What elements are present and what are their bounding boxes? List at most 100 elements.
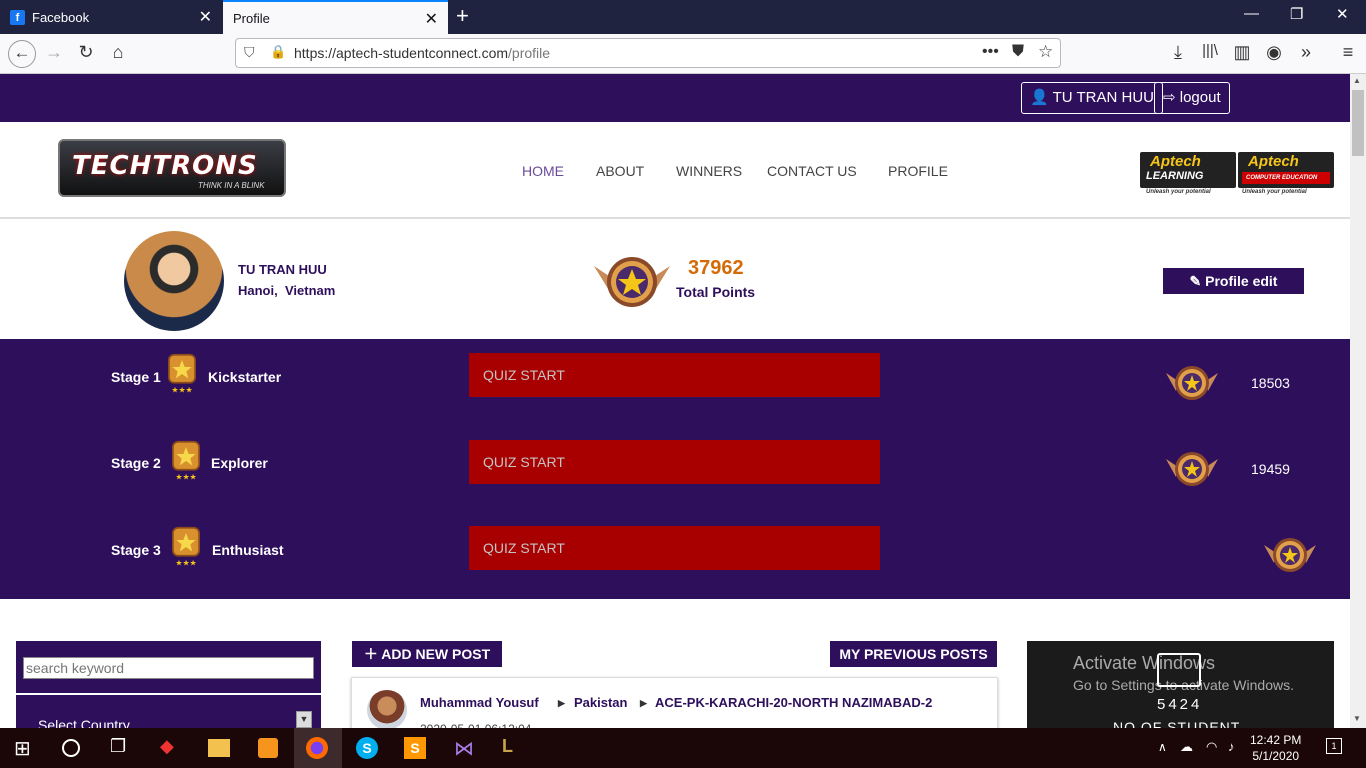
shield-icon[interactable]: ⛉ [244, 44, 255, 61]
lock-warning-icon[interactable]: 🔒 [270, 44, 286, 60]
svg-text:★★★: ★★★ [175, 472, 196, 481]
overflow-icon[interactable]: » [1294, 42, 1318, 63]
xampp-icon[interactable] [258, 738, 278, 758]
tab-facebook[interactable]: f Facebook ✕ [0, 0, 222, 34]
tab-profile[interactable]: Profile ✕ [223, 0, 448, 34]
svg-text:★★★: ★★★ [171, 385, 192, 394]
menu-icon[interactable]: ≡ [1336, 42, 1360, 63]
file-explorer-icon[interactable] [208, 739, 230, 757]
close-tab-icon[interactable]: ✕ [425, 9, 438, 29]
quiz-start-button[interactable]: QUIZ START [469, 353, 880, 397]
previous-posts-button[interactable]: MY PREVIOUS POSTS [830, 641, 997, 667]
pocket-icon[interactable]: ⛊ [1012, 43, 1024, 61]
logout-button[interactable]: ⇨ logout [1154, 82, 1230, 114]
volume-icon[interactable]: ♪ [1228, 739, 1235, 754]
back-icon[interactable]: ← [8, 40, 36, 68]
stage-points: 18503 [1251, 375, 1290, 391]
quiz-start-button[interactable]: QUIZ START [469, 440, 880, 484]
reload-icon[interactable]: ↻ [74, 42, 98, 63]
add-new-post-button[interactable]: ＋ ADD NEW POST [352, 641, 502, 667]
firefox-icon[interactable] [306, 737, 328, 759]
edit-icon: ✎ [1189, 273, 1202, 289]
url-bar[interactable]: ⛉ 🔒 https://aptech-studentconnect.com/pr… [235, 38, 1061, 68]
sign-out-icon: ⇨ [1163, 89, 1176, 106]
tab-label: Profile [233, 10, 270, 26]
scrollbar-thumb[interactable] [1352, 90, 1364, 156]
svg-text:★★★: ★★★ [175, 558, 196, 567]
scroll-up-icon[interactable]: ▲ [1353, 76, 1361, 85]
browser-tab-bar: f Facebook ✕ Profile ✕ + — ❐ ✕ [0, 0, 1366, 34]
total-points-value: 37962 [688, 257, 744, 279]
bookmark-star-icon[interactable]: ☆ [1038, 42, 1053, 62]
quiz-start-button[interactable]: QUIZ START [469, 526, 880, 570]
user-bar: 👤 TU TRAN HUU ⇨ logout [0, 74, 1350, 122]
divider [16, 693, 321, 695]
restore-icon[interactable]: ❐ [1290, 5, 1303, 23]
show-hidden-icons[interactable]: ∧ [1158, 740, 1167, 754]
stage-points: 19459 [1251, 461, 1290, 477]
aptech-learning-logo[interactable]: Aptech LEARNING Unleash your potential [1140, 152, 1236, 195]
page-actions-icon[interactable]: ••• [982, 43, 999, 61]
stage-badge-icon: ★★★ [172, 526, 200, 567]
home-icon[interactable]: ⌂ [106, 42, 130, 63]
post-country[interactable]: Pakistan [574, 695, 627, 710]
system-clock[interactable]: 12:42 PM 5/1/2020 [1250, 732, 1301, 764]
chevron-down-icon[interactable]: ▼ [296, 711, 312, 728]
caret-right-icon: ▶ [558, 698, 565, 708]
notification-center-icon[interactable]: 1 [1326, 738, 1342, 754]
app-icon[interactable]: ◆ [160, 736, 184, 760]
stages-panel: Stage 1 ★★★ Kickstarter QUIZ START 18503… [0, 339, 1350, 599]
page-scrollbar[interactable] [1350, 74, 1366, 728]
visual-studio-icon[interactable]: ⋈ [454, 736, 478, 760]
url-text[interactable]: https://aptech-studentconnect.com/profil… [294, 45, 550, 61]
site-header: TECHTRONS THINK IN A BLINK HOME ABOUT WI… [0, 122, 1350, 219]
post-author[interactable]: Muhammad Yousuf [420, 695, 539, 710]
techtrons-logo[interactable]: TECHTRONS THINK IN A BLINK [58, 139, 286, 197]
rank-medal-icon [594, 257, 670, 307]
user-icon: 👤 [1030, 89, 1049, 106]
new-tab-button[interactable]: + [456, 3, 469, 29]
user-button[interactable]: 👤 TU TRAN HUU [1021, 82, 1163, 114]
onedrive-icon[interactable]: ☁ [1180, 739, 1193, 755]
stage-medal-icon [1166, 452, 1218, 486]
browser-toolbar: ← → ↻ ⌂ ⛉ 🔒 https://aptech-studentconnec… [0, 34, 1366, 74]
tab-label: Facebook [32, 9, 90, 25]
stage-number: Stage 1 [111, 369, 161, 385]
stage-name: Explorer [211, 455, 268, 471]
nav-winners[interactable]: WINNERS [676, 163, 742, 179]
stage-name: Kickstarter [208, 369, 282, 385]
aptech-computer-education-logo[interactable]: Aptech COMPUTER EDUCATION Unleash your p… [1238, 152, 1334, 195]
profile-location: Hanoi, Vietnam [238, 283, 336, 298]
sidebar-icon[interactable]: ▥ [1230, 42, 1254, 63]
post-group[interactable]: ACE-PK-KARACHI-20-NORTH NAZIMABAD-2 [655, 695, 932, 710]
windows-start-icon[interactable]: ⊞ [14, 736, 38, 760]
logo-text: TECHTRONS [72, 151, 258, 181]
account-icon[interactable]: ◉ [1262, 42, 1286, 63]
scroll-down-icon[interactable]: ▼ [1353, 714, 1361, 723]
nav-about[interactable]: ABOUT [596, 163, 644, 179]
task-view-icon[interactable]: ❐ [110, 736, 134, 760]
stage-number: Stage 3 [111, 542, 161, 558]
minimize-icon[interactable]: — [1244, 5, 1259, 22]
search-input[interactable] [23, 657, 314, 679]
download-icon[interactable]: ⤓ [1166, 42, 1190, 63]
nav-profile[interactable]: PROFILE [888, 163, 948, 179]
student-count-panel: Activate Windows Go to Settings to activ… [1027, 641, 1334, 735]
profile-name: TU TRAN HUU [238, 262, 327, 277]
image-icon [1157, 653, 1201, 687]
close-tab-icon[interactable]: ✕ [199, 7, 212, 27]
forward-icon[interactable]: → [42, 42, 66, 63]
window-close-icon[interactable]: ✕ [1336, 5, 1349, 23]
nav-contact[interactable]: CONTACT US [767, 163, 857, 179]
stage-medal-icon [1264, 538, 1316, 572]
wifi-icon[interactable]: ◠ [1206, 739, 1217, 755]
skype-icon[interactable]: S [356, 737, 378, 759]
profile-edit-button[interactable]: ✎ Profile edit [1163, 268, 1304, 294]
sublime-text-icon[interactable]: S [404, 737, 426, 759]
library-icon[interactable]: |||\ [1198, 42, 1222, 59]
windows-taskbar: ⊞ ❐ ◆ S S ⋈ L ∧ ☁ ◠ ♪ 12:42 PM 5/1/2020 … [0, 728, 1366, 768]
nav-home[interactable]: HOME [522, 163, 564, 179]
league-of-legends-icon[interactable]: L [502, 736, 526, 760]
search-icon[interactable] [62, 739, 80, 757]
avatar[interactable] [367, 690, 407, 730]
